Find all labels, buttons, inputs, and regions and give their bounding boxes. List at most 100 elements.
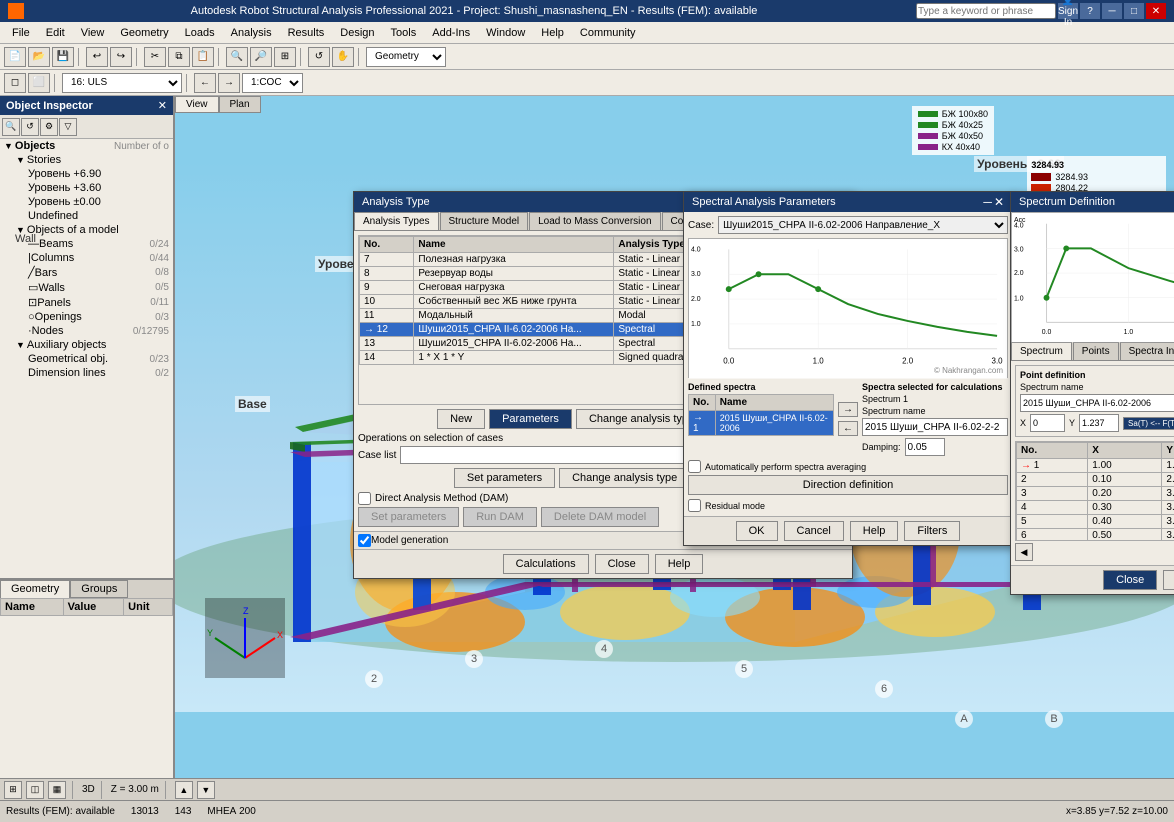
oi-settings[interactable]: ⚙	[40, 118, 58, 136]
maximize-btn[interactable]: □	[1124, 3, 1144, 19]
menu-file[interactable]: File	[4, 25, 38, 41]
spectrum-close-btn[interactable]: Close	[1103, 570, 1157, 590]
help-analysis-btn[interactable]: Help	[655, 554, 704, 574]
parameters-btn[interactable]: Parameters	[489, 409, 572, 429]
oi-search[interactable]: 🔍	[2, 118, 20, 136]
menu-tools[interactable]: Tools	[383, 25, 425, 41]
set-params-dam-btn[interactable]: Set parameters	[358, 507, 459, 527]
tree-walls[interactable]: ▭ Walls 0/5	[0, 280, 173, 295]
spectral-header[interactable]: Spectral Analysis Parameters ─ ✕	[684, 192, 1012, 212]
tree-bars[interactable]: ╱ Bars 0/8	[0, 265, 173, 280]
run-dam-btn[interactable]: Run DAM	[463, 507, 537, 527]
bt-btn3[interactable]: ▦	[48, 781, 66, 799]
uls-dropdown[interactable]: 16: ULS	[62, 73, 182, 93]
damping-input[interactable]	[905, 438, 945, 456]
menu-window[interactable]: Window	[478, 25, 533, 41]
spectrum-tab-points[interactable]: Points	[1073, 342, 1119, 360]
spectrum-table-container[interactable]: No. X Y 11.001.2420.102.1630.203.0940.30…	[1015, 441, 1174, 541]
spectrum-tab-spectrum[interactable]: Spectrum	[1011, 342, 1072, 360]
tb-redo[interactable]: ↪	[110, 47, 132, 67]
oi-filter[interactable]: ▽	[59, 118, 77, 136]
case-dropdown[interactable]: Шуши2015_СНРА II-6.02-2006 Направление_X	[718, 216, 1008, 234]
tb-undo[interactable]: ↩	[86, 47, 108, 67]
spectrum-row-2[interactable]: 30.203.09	[1017, 487, 1174, 501]
tb-new[interactable]: 📄	[4, 47, 26, 67]
tb-copy[interactable]: ⧉	[168, 47, 190, 67]
tree-auxiliary[interactable]: ▼ Auxiliary objects	[0, 338, 173, 352]
tb-cut[interactable]: ✂	[144, 47, 166, 67]
menu-geometry[interactable]: Geometry	[112, 25, 176, 41]
spectral-help-btn[interactable]: Help	[850, 521, 899, 541]
auto-avg-checkbox[interactable]	[688, 460, 701, 473]
tb-rotate[interactable]: ↺	[308, 47, 330, 67]
menu-community[interactable]: Community	[572, 25, 644, 41]
tree-geo-obj[interactable]: Geometrical obj. 0/23	[0, 352, 173, 366]
tb2-btn2[interactable]: ⬜	[28, 73, 50, 93]
close-analysis-btn[interactable]: Close	[595, 554, 649, 574]
spectrum-row-4[interactable]: 50.403.09	[1017, 515, 1174, 529]
menu-loads[interactable]: Loads	[177, 25, 223, 41]
minimize-btn[interactable]: ─	[1102, 3, 1122, 19]
spectrum-header[interactable]: Spectrum Definition ✕	[1011, 192, 1174, 212]
oi-refresh[interactable]: ↺	[21, 118, 39, 136]
tree-nodes[interactable]: · Nodes 0/12795	[0, 324, 173, 338]
spectrum-row-3[interactable]: 40.303.09	[1017, 501, 1174, 515]
filters-btn[interactable]: Filters	[904, 521, 960, 541]
menu-help[interactable]: Help	[533, 25, 572, 41]
spectrum-row-1[interactable]: 20.102.16	[1017, 473, 1174, 487]
spectrum-help-btn[interactable]: Help	[1163, 570, 1174, 590]
change-type2-btn[interactable]: Change analysis type	[559, 468, 690, 488]
menu-view[interactable]: View	[73, 25, 113, 41]
tb2-arrow2[interactable]: →	[218, 73, 240, 93]
spectrum-name-input[interactable]	[862, 418, 1008, 436]
spectral-cancel-btn[interactable]: Cancel	[784, 521, 844, 541]
y-input[interactable]	[1079, 414, 1119, 432]
tree-level-000[interactable]: Уровень ±0.00	[0, 195, 173, 209]
tree-openings[interactable]: ○ Openings 0/3	[0, 310, 173, 324]
set-params-btn[interactable]: Set parameters	[454, 468, 555, 488]
view-dropdown[interactable]: Geometry	[366, 47, 446, 67]
tree-level-690[interactable]: Уровень +6.90	[0, 167, 173, 181]
close-btn[interactable]: ✕	[1146, 3, 1166, 19]
menu-addins[interactable]: Add-Ins	[424, 25, 478, 41]
bt-arrow-up[interactable]: ▲	[175, 781, 193, 799]
tb-save[interactable]: 💾	[52, 47, 74, 67]
spectral-minimize[interactable]: ─	[983, 195, 992, 209]
spectrum-row-5[interactable]: 60.503.0d	[1017, 529, 1174, 542]
tree-dim-lines[interactable]: Dimension lines 0/2	[0, 366, 173, 380]
menu-design[interactable]: Design	[332, 25, 382, 41]
tb-fit[interactable]: ⊞	[274, 47, 296, 67]
tree-stories[interactable]: ▼ Stories	[0, 153, 173, 167]
analysis-tab-mass[interactable]: Load to Mass Conversion	[529, 212, 660, 230]
tb-zoom-out[interactable]: 🔎	[250, 47, 272, 67]
bt-btn2[interactable]: ◫	[26, 781, 44, 799]
tb-paste[interactable]: 📋	[192, 47, 214, 67]
tb2-arrow[interactable]: ←	[194, 73, 216, 93]
menu-analysis[interactable]: Analysis	[223, 25, 280, 41]
tb-open[interactable]: 📂	[28, 47, 50, 67]
tb-zoom-in[interactable]: 🔍	[226, 47, 248, 67]
analysis-tab-types[interactable]: Analysis Types	[354, 212, 439, 230]
tb2-btn1[interactable]: ◻	[4, 73, 26, 93]
oi-close[interactable]: ✕	[158, 99, 167, 112]
bt-btn1[interactable]: ⊞	[4, 781, 22, 799]
tree-columns[interactable]: | Columns 0/44	[0, 251, 173, 265]
help-btn[interactable]: ?	[1080, 3, 1100, 19]
objects-expand[interactable]: ▼	[4, 141, 13, 151]
spectrum-row-0[interactable]: 11.001.24	[1017, 459, 1174, 473]
coc-dropdown[interactable]: 1:COC	[242, 73, 303, 93]
spectral-close[interactable]: ✕	[994, 195, 1004, 209]
new-btn[interactable]: New	[437, 409, 485, 429]
remove-from-calc-btn[interactable]: ←	[838, 421, 858, 436]
spectrum-name-input-sd[interactable]	[1020, 394, 1174, 412]
direction-btn[interactable]: Direction definition	[688, 475, 1008, 495]
tree-undefined[interactable]: Undefined	[0, 209, 173, 223]
keyword-search[interactable]	[916, 3, 1056, 19]
menu-results[interactable]: Results	[280, 25, 333, 41]
view-tab[interactable]: View	[175, 96, 219, 112]
spectrum-tab-interp[interactable]: Spectra Interpolation	[1120, 342, 1174, 360]
dam-checkbox[interactable]	[358, 492, 371, 505]
sa-ft-btn[interactable]: Sa(T) <-- F(T)	[1123, 417, 1174, 430]
delete-dam-btn[interactable]: Delete DAM model	[541, 507, 659, 527]
tab-groups[interactable]: Groups	[70, 580, 128, 598]
